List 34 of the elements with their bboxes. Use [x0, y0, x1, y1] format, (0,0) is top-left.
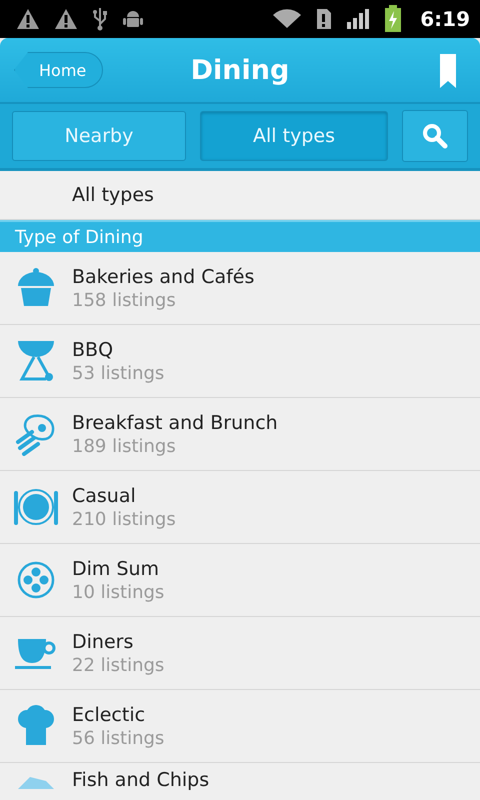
chef-hat-icon	[16, 705, 56, 747]
warning-icon	[54, 8, 78, 30]
clock: 6:19	[420, 7, 470, 31]
wifi-icon	[272, 8, 302, 30]
item-name: Casual	[72, 484, 137, 506]
section-title: Type of Dining	[15, 226, 144, 248]
item-name: Bakeries and Cafés	[72, 266, 254, 288]
listing-count: 56 listings	[72, 728, 164, 748]
page-title: Dining	[190, 54, 290, 86]
filter-label[interactable]: All types	[72, 184, 154, 206]
signal-icon	[346, 8, 370, 30]
bookmark-icon[interactable]	[440, 54, 456, 88]
listing-count: 22 listings	[72, 654, 164, 676]
listing-count: 10 listings	[72, 582, 164, 602]
plate-and-cutlery-icon	[12, 487, 60, 527]
item-name: Eclectic	[72, 704, 146, 726]
android-icon	[122, 8, 144, 30]
search-button[interactable]	[402, 110, 468, 162]
listing-count: 189 listings	[72, 436, 177, 456]
item-name: Breakfast and Brunch	[72, 412, 278, 434]
warning-icon	[16, 8, 40, 30]
item-name: Diners	[72, 630, 134, 652]
item-name: BBQ	[72, 338, 114, 360]
sim-card-icon	[316, 8, 332, 30]
listing-count: 53 listings	[72, 362, 164, 384]
listing-count: 158 listings	[72, 290, 177, 310]
grill-icon	[16, 339, 56, 383]
battery-icon	[384, 5, 402, 33]
item-name: Dim Sum	[72, 558, 160, 580]
usb-icon	[92, 7, 108, 31]
search-icon	[422, 123, 448, 149]
item-name: Fish and Chips	[72, 769, 210, 791]
dumpling-plate-icon	[16, 560, 56, 600]
listing-count: 210 listings	[72, 508, 176, 530]
